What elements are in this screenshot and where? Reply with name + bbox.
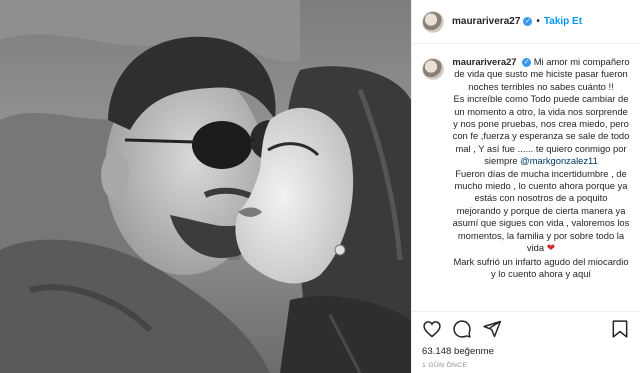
actions-bar: 63.148 beğenme 1 GÜN ÖNCE bbox=[412, 311, 640, 373]
post-header: maurarivera27 ✓ • Takip Et bbox=[412, 0, 640, 44]
post-sidebar: maurarivera27 ✓ • Takip Et maurarivera27… bbox=[411, 0, 640, 373]
share-icon[interactable] bbox=[482, 319, 502, 339]
caption-text: maurarivera27 ✓ Mi amor mi compañero de … bbox=[452, 56, 630, 311]
verified-badge-icon: ✓ bbox=[523, 17, 533, 26]
comment-icon[interactable] bbox=[452, 319, 472, 339]
follow-button[interactable]: Takip Et bbox=[544, 16, 582, 27]
instagram-post: maurarivera27 ✓ • Takip Et maurarivera27… bbox=[0, 0, 640, 373]
caption-line-3: Fueron días de mucha incertidumbre , de … bbox=[452, 167, 630, 254]
likes-count[interactable]: 63.148 beğenme bbox=[422, 346, 630, 357]
avatar[interactable] bbox=[422, 10, 444, 33]
post-photo[interactable] bbox=[0, 0, 411, 373]
couple-kiss-photo bbox=[0, 0, 411, 373]
caption-line-4: Mark sufrió un infarto agudo del miocard… bbox=[453, 255, 629, 279]
caption-avatar[interactable] bbox=[422, 58, 444, 80]
action-icons bbox=[422, 318, 630, 340]
caption-verified-icon: ✓ bbox=[522, 58, 532, 68]
caption-area[interactable]: maurarivera27 ✓ Mi amor mi compañero de … bbox=[412, 44, 640, 311]
username-link[interactable]: maurarivera27 bbox=[452, 16, 520, 27]
post-time: 1 GÜN ÖNCE bbox=[422, 362, 468, 369]
heart-emoji-icon: ❤ bbox=[546, 243, 556, 255]
bookmark-icon[interactable] bbox=[610, 319, 630, 339]
separator-dot: • bbox=[536, 16, 540, 27]
heart-icon[interactable] bbox=[422, 319, 442, 339]
mention-link[interactable]: @markgonzalez11 bbox=[520, 155, 598, 166]
caption-username[interactable]: maurarivera27 bbox=[452, 56, 516, 67]
